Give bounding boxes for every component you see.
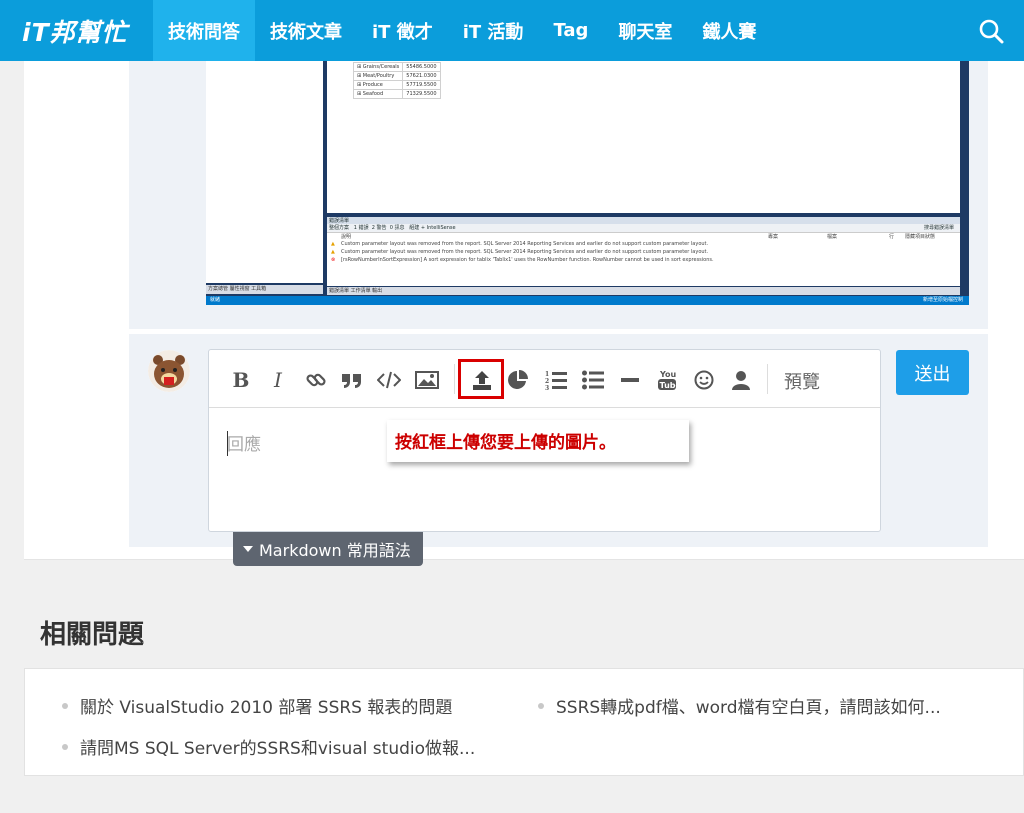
image-icon[interactable] [414, 368, 440, 392]
preview-button[interactable]: 預覽 [784, 368, 820, 394]
error-row: ▲ Custom parameter layout was removed fro… [331, 241, 709, 247]
svg-text:3: 3 [545, 385, 549, 391]
nav-tab-articles[interactable]: 技術文章 [255, 0, 357, 61]
markdown-help-label: Markdown 常用語法 [259, 541, 411, 560]
nav-tab-chatroom[interactable]: 聊天室 [603, 0, 687, 61]
left-panel-tabs: 方案總管 屬性視窗 工具箱 [206, 285, 323, 294]
ordered-list-icon[interactable]: 123 [544, 368, 568, 392]
instruction-callout: 按紅框上傳您要上傳的圖片。 [387, 420, 689, 462]
bottom-panel-tabs: 錯誤清單 工作清單 輸出 [327, 287, 960, 295]
error-list-header: 說明 專案 檔案 行 隱藏項目狀態 [341, 234, 936, 240]
bullet-dot [62, 743, 68, 750]
nav-tab-ironman[interactable]: 鐵人賽 [687, 0, 771, 61]
embedded-screenshot[interactable]: 方案總管 屬性視窗 工具箱 ⊞ Grains/Cereals 55486.5000… [206, 61, 969, 305]
send-button[interactable]: 送出 [896, 350, 969, 395]
code-icon[interactable] [376, 368, 402, 392]
report-table: ⊞ Grains/Cereals 55486.5000 ⊞ Meat/Poultr… [352, 62, 441, 99]
nav-tab-qa[interactable]: 技術問答 [153, 0, 255, 61]
editor-toolbar: B I 123 You Tube [209, 350, 880, 408]
upload-highlight-box [458, 359, 504, 399]
table-row: ⊞ Produce 57719.5500 [352, 80, 441, 90]
toolbar-divider [767, 364, 768, 394]
error-row: ▲ Custom parameter layout was removed fro… [331, 249, 709, 255]
related-questions-heading: 相關問題 [40, 620, 145, 650]
report-preview: ⊞ Grains/Cereals 55486.5000 ⊞ Meat/Poultr… [327, 61, 960, 213]
mention-user-icon[interactable] [729, 368, 753, 392]
table-row: ⊞ Meat/Poultry 57621.0300 [352, 71, 441, 81]
nav-tab-jobs[interactable]: iT 徵才 [357, 0, 448, 61]
avatar[interactable] [148, 350, 190, 392]
error-row: ⊗ [rsRowNumberInSortExpression] A sort ex… [331, 257, 714, 263]
bold-button[interactable]: B [231, 368, 251, 392]
svg-text:2: 2 [545, 378, 549, 385]
related-question-link[interactable]: 請問MS SQL Server的SSRS和visual studio做報... [62, 734, 475, 759]
bullet-list-icon[interactable] [581, 368, 605, 392]
youtube-icon[interactable]: You Tube [655, 368, 679, 392]
nav-tab-tag[interactable]: Tag [538, 0, 603, 61]
reply-textarea[interactable]: 回應 [227, 430, 261, 455]
table-row: ⊞ Seafood 71329.5500 [352, 89, 441, 99]
toolbar-divider [454, 364, 455, 394]
quote-icon[interactable] [340, 368, 364, 392]
svg-text:You: You [659, 370, 677, 379]
status-bar: 就緒 新增至原始檔控制 [206, 296, 969, 305]
emoji-icon[interactable] [692, 368, 716, 392]
error-list-panel: 錯誤清單 整個方案 1 錯誤 2 警告 0 訊息 組建 + IntelliSen… [327, 217, 960, 286]
table-row: ⊞ Grains/Cereals 55486.5000 [352, 62, 441, 72]
related-questions-list [24, 668, 1024, 776]
svg-text:1: 1 [545, 371, 549, 378]
markdown-help-toggle[interactable]: Markdown 常用語法 [233, 532, 423, 566]
site-logo[interactable]: iT邦幫忙 [0, 0, 153, 61]
nav-tab-events[interactable]: iT 活動 [448, 0, 539, 61]
chart-icon[interactable] [506, 368, 530, 392]
horizontal-rule-icon[interactable] [619, 368, 641, 392]
caret-down-icon [243, 546, 253, 552]
svg-text:Tube: Tube [660, 381, 678, 390]
top-navbar: iT邦幫忙 技術問答 技術文章 iT 徵才 iT 活動 Tag 聊天室 鐵人賽 [0, 0, 1024, 61]
solution-explorer-panel [206, 61, 323, 283]
search-icon[interactable] [978, 18, 1004, 44]
text-caret [227, 431, 228, 456]
related-question-link[interactable]: 關於 VisualStudio 2010 部署 SSRS 報表的問題 [62, 693, 452, 718]
bullet-dot [538, 702, 544, 709]
related-question-link[interactable]: SSRS轉成pdf檔、word檔有空白頁，請問該如何... [538, 693, 941, 718]
link-icon[interactable] [304, 368, 328, 392]
error-list-toolbar: 整個方案 1 錯誤 2 警告 0 訊息 組建 + IntelliSense 搜尋… [327, 224, 960, 233]
italic-button[interactable]: I [268, 368, 288, 392]
error-list-title: 錯誤清單 [327, 217, 960, 224]
bullet-dot [62, 702, 68, 709]
